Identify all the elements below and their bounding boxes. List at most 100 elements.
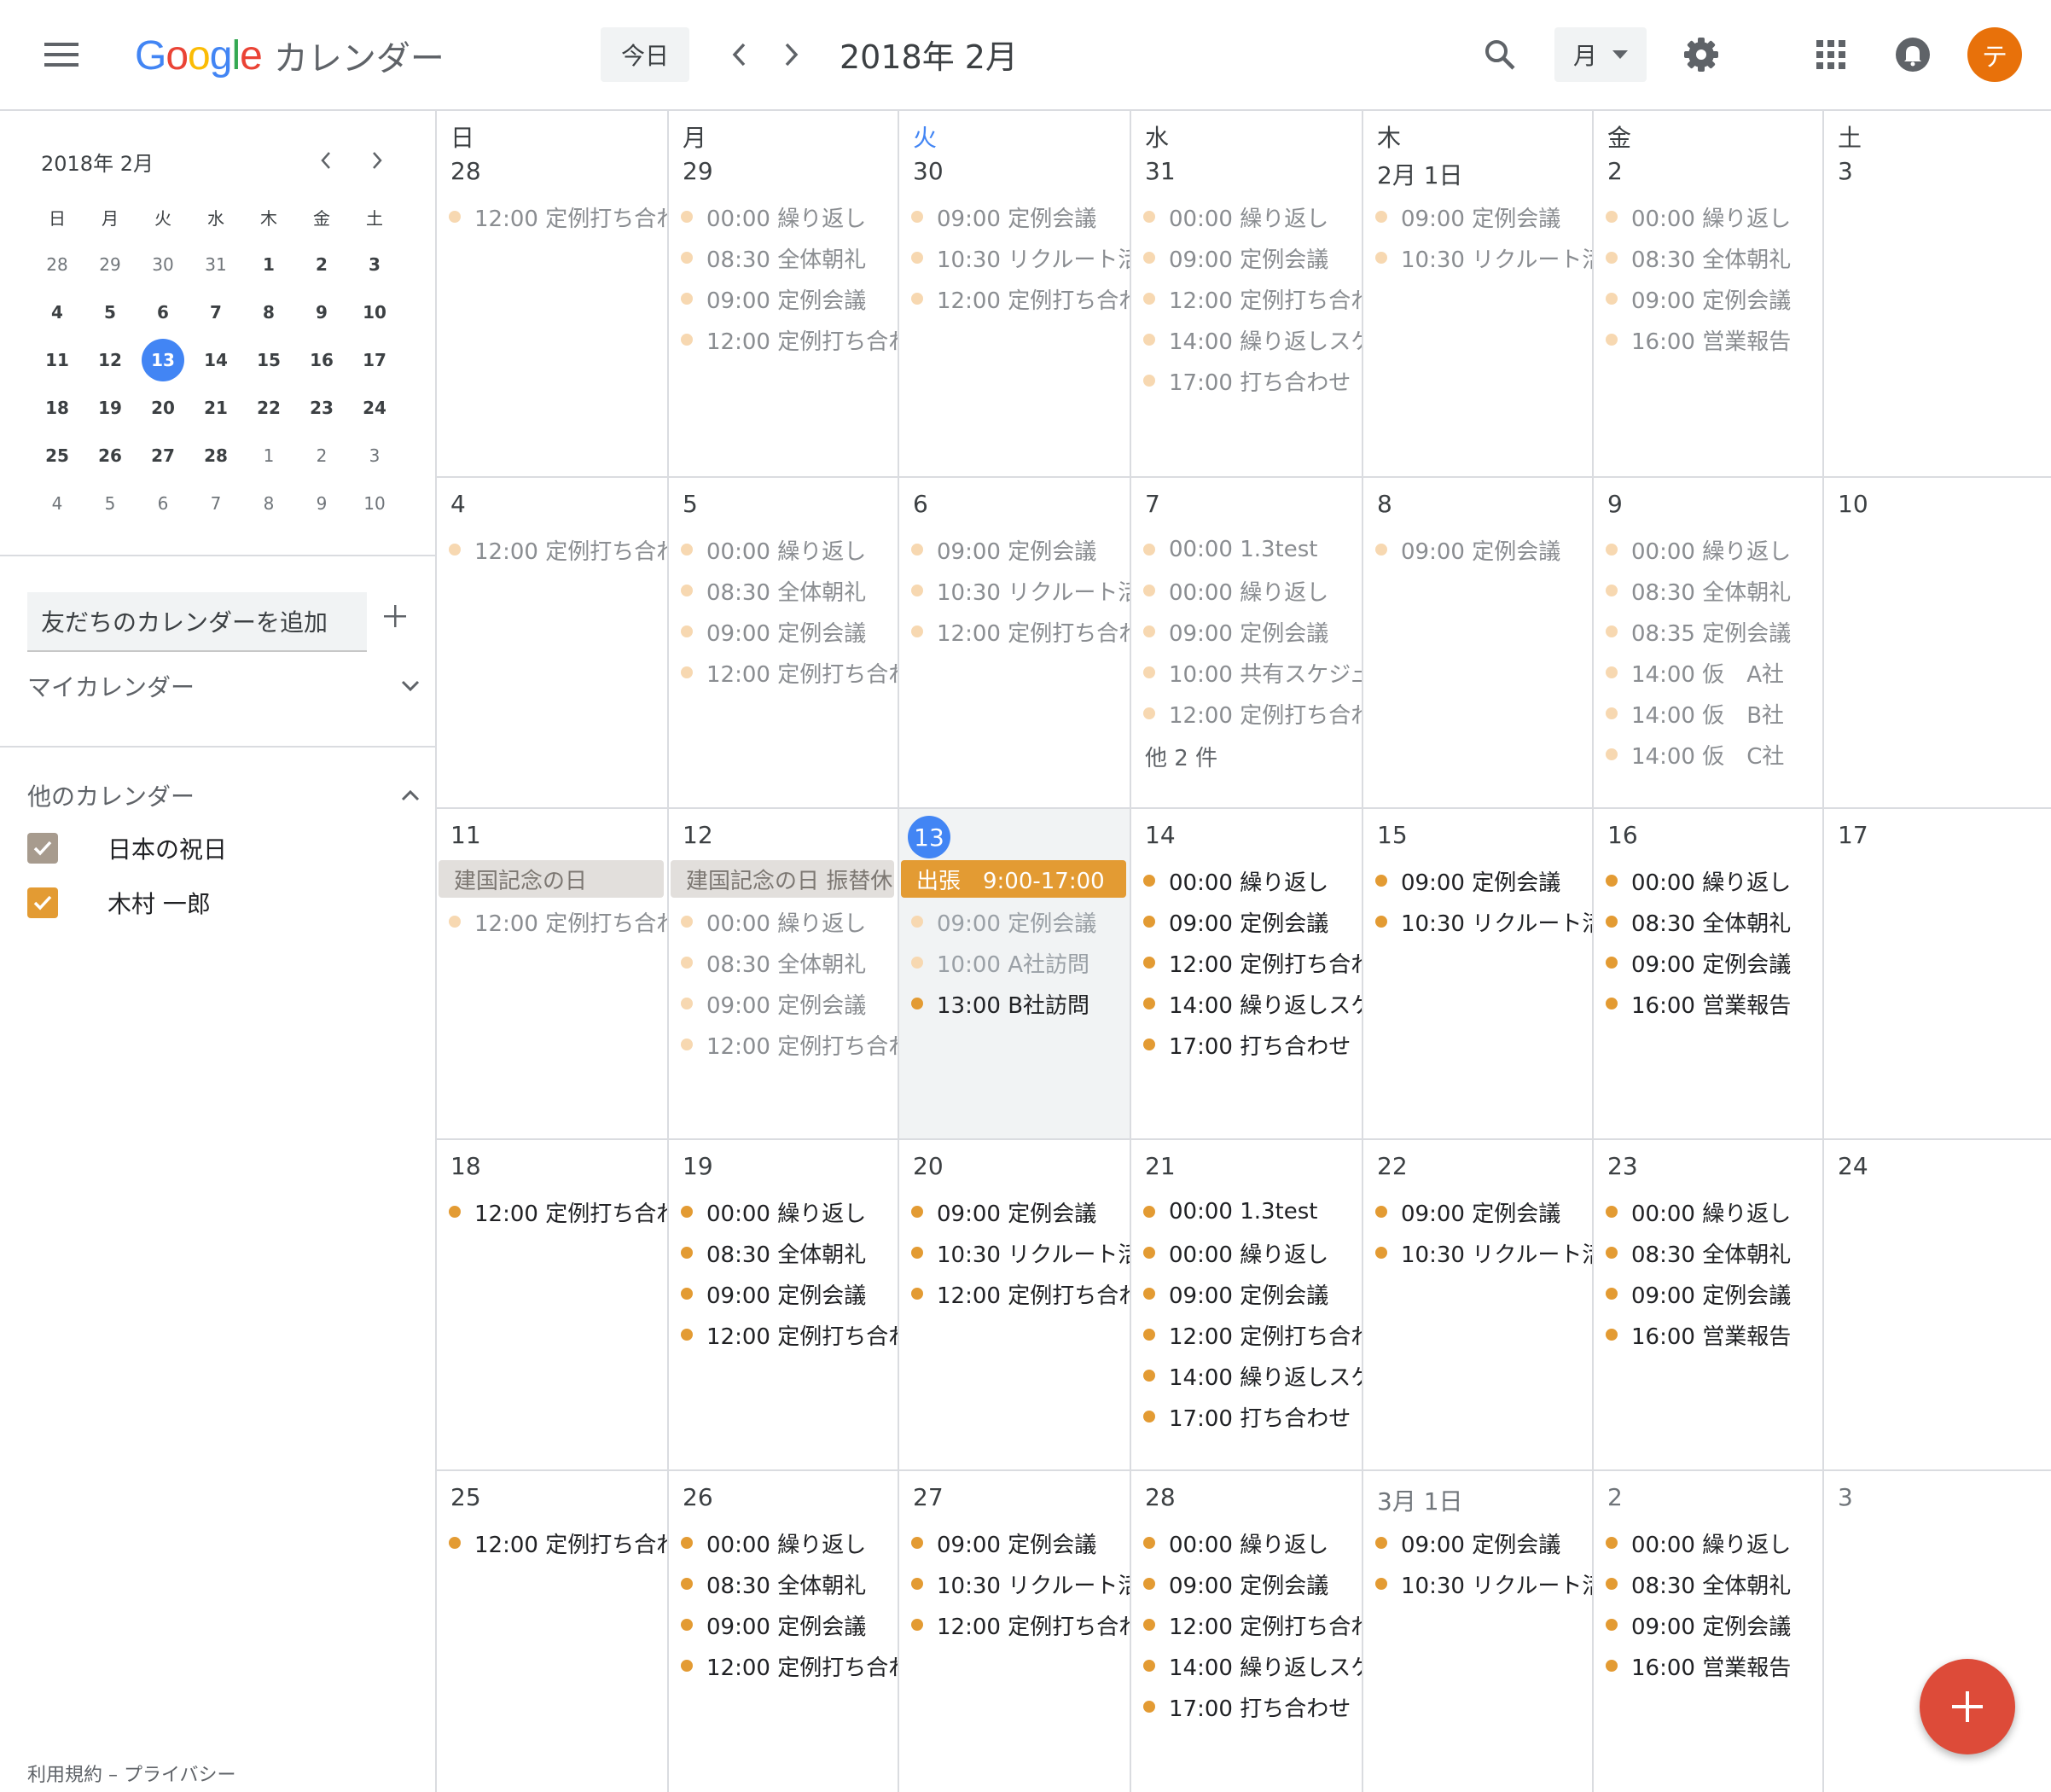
- add-friend-calendar-input[interactable]: 友だちのカレンダーを追加: [27, 592, 367, 652]
- event-item[interactable]: 00:00 繰り返し: [681, 531, 898, 568]
- event-item[interactable]: 12:00 定例打ち合わ: [911, 613, 1130, 650]
- date-number[interactable]: 3: [1838, 1483, 1853, 1511]
- event-item[interactable]: 16:00 営業報告: [1606, 1316, 1822, 1353]
- previous-month-button[interactable]: [717, 29, 761, 80]
- event-item[interactable]: 00:00 繰り返し: [1606, 1193, 1822, 1231]
- event-item[interactable]: 08:30 全体朝礼: [681, 1234, 898, 1271]
- day-cell-tue[interactable]: 6 09:00 定例会議 10:30 リクルート活 12:00 定例打ち合わ: [899, 478, 1130, 807]
- mini-calendar-day[interactable]: 6: [137, 480, 189, 527]
- event-item[interactable]: 09:00 定例会議: [1606, 280, 1822, 317]
- add-calendar-button[interactable]: [374, 592, 416, 640]
- event-item[interactable]: 09:00 定例会議: [1375, 1524, 1592, 1562]
- mini-calendar-today[interactable]: 13: [137, 336, 189, 384]
- day-cell-sat[interactable]: 10: [1824, 478, 2051, 807]
- date-number[interactable]: 24: [1838, 1152, 1868, 1180]
- event-item[interactable]: 12:00 定例打ち合わ: [911, 1275, 1130, 1312]
- day-cell-sat[interactable]: 土3: [1824, 111, 2051, 476]
- event-item[interactable]: 09:00 定例会議: [911, 1524, 1130, 1562]
- date-number[interactable]: 6: [913, 490, 928, 518]
- date-number[interactable]: 30: [913, 157, 944, 185]
- day-cell-thu[interactable]: 22 09:00 定例会議 10:30 リクルート活: [1363, 1140, 1592, 1469]
- search-button[interactable]: [1473, 29, 1527, 80]
- event-item[interactable]: 10:30 リクルート活: [1375, 1565, 1592, 1603]
- day-cell-sat[interactable]: 24: [1824, 1140, 2051, 1469]
- event-item[interactable]: 10:30 リクルート活: [1375, 1234, 1592, 1271]
- mini-calendar-day[interactable]: 12: [84, 336, 137, 384]
- day-cell-tue[interactable]: 27 09:00 定例会議 10:30 リクルート活 12:00 定例打ち合わ: [899, 1471, 1130, 1792]
- event-item[interactable]: 10:30 リクルート活: [1375, 903, 1592, 940]
- day-cell-fri[interactable]: 23 00:00 繰り返し 08:30 全体朝礼 09:00 定例会議 16:00 営業…: [1594, 1140, 1822, 1469]
- date-number[interactable]: 25: [450, 1483, 481, 1511]
- event-item[interactable]: 12:00 定例打ち合わ: [911, 1606, 1130, 1644]
- mini-calendar-day[interactable]: 4: [31, 288, 84, 336]
- date-number[interactable]: 15: [1377, 821, 1408, 849]
- date-number[interactable]: 11: [450, 821, 481, 849]
- event-item[interactable]: 09:00 定例会議: [1606, 1606, 1822, 1644]
- mini-calendar-prev-button[interactable]: [307, 142, 345, 179]
- date-number[interactable]: 20: [913, 1152, 944, 1180]
- mini-calendar-day[interactable]: 27: [137, 432, 189, 480]
- event-item[interactable]: 08:30 全体朝礼: [1606, 1565, 1822, 1603]
- date-number[interactable]: 17: [1838, 821, 1868, 849]
- mini-calendar-day[interactable]: 30: [137, 241, 189, 288]
- event-item[interactable]: 12:00 定例打ち合わ: [1143, 1316, 1362, 1353]
- date-number[interactable]: 31: [1145, 157, 1176, 185]
- event-item[interactable]: 12:00 定例打ち合わ: [681, 1026, 898, 1063]
- mini-calendar-day[interactable]: 3: [348, 432, 401, 480]
- mini-calendar-day[interactable]: 4: [31, 480, 84, 527]
- date-number[interactable]: 22: [1377, 1152, 1408, 1180]
- date-number[interactable]: 3: [1838, 157, 1853, 185]
- event-item[interactable]: 00:00 繰り返し: [681, 198, 898, 236]
- event-item[interactable]: 14:00 仮 C社: [1606, 736, 1822, 773]
- event-item[interactable]: 14:00 繰り返しスケ: [1143, 985, 1362, 1022]
- event-item[interactable]: 08:30 全体朝礼: [1606, 903, 1822, 940]
- mini-calendar-day[interactable]: 14: [189, 336, 242, 384]
- event-item[interactable]: 17:00 打ち合わせ: [1143, 362, 1362, 399]
- mini-calendar-day[interactable]: 8: [242, 288, 295, 336]
- date-number[interactable]: 27: [913, 1483, 944, 1511]
- event-item[interactable]: 12:00 定例打ち合わ: [1143, 1606, 1362, 1644]
- day-cell-wed[interactable]: 21 00:00 1.3test 00:00 繰り返し 09:00 定例会議 12:00…: [1131, 1140, 1362, 1469]
- mini-calendar-day[interactable]: 1: [242, 432, 295, 480]
- event-item[interactable]: 12:00 定例打ち合わ: [681, 1647, 898, 1684]
- event-item[interactable]: 09:00 定例会議: [1375, 1193, 1592, 1231]
- mini-calendar-day[interactable]: 8: [242, 480, 295, 527]
- event-item[interactable]: 12:00 定例打ち合わ: [681, 1316, 898, 1353]
- date-number[interactable]: 26: [683, 1483, 713, 1511]
- mini-calendar-day[interactable]: 15: [242, 336, 295, 384]
- day-cell-mon[interactable]: 12 建国記念の日 振替休 00:00 繰り返し 08:30 全体朝礼 09:00 定例…: [669, 809, 898, 1138]
- mini-calendar-day[interactable]: 11: [31, 336, 84, 384]
- day-cell-mon[interactable]: 5 00:00 繰り返し 08:30 全体朝礼 09:00 定例会議 12:00 定例打…: [669, 478, 898, 807]
- event-item[interactable]: 10:30 リクルート活: [911, 1234, 1130, 1271]
- mini-calendar-day[interactable]: 26: [84, 432, 137, 480]
- notifications-button[interactable]: [1885, 29, 1940, 80]
- event-item[interactable]: 08:30 全体朝礼: [681, 1565, 898, 1603]
- mini-calendar-day[interactable]: 21: [189, 384, 242, 432]
- day-cell-mon[interactable]: 月 29 00:00 繰り返し 08:30 全体朝礼 09:00 定例会議 12:00 定…: [669, 111, 898, 476]
- event-item[interactable]: 16:00 営業報告: [1606, 985, 1822, 1022]
- date-number[interactable]: 23: [1607, 1152, 1638, 1180]
- day-cell-tue[interactable]: 13 出張 9:00-17:00 09:00 定例会議 10:00 A社訪問 13:00…: [899, 809, 1130, 1138]
- event-item[interactable]: 09:00 定例会議: [1143, 903, 1362, 940]
- event-item[interactable]: 00:00 繰り返し: [1143, 198, 1362, 236]
- main-menu-button[interactable]: [34, 29, 89, 80]
- mini-calendar-day[interactable]: 20: [137, 384, 189, 432]
- event-item[interactable]: 09:00 定例会議: [681, 1275, 898, 1312]
- mini-calendar-day[interactable]: 28: [31, 241, 84, 288]
- event-item[interactable]: 16:00 営業報告: [1606, 1647, 1822, 1684]
- event-item[interactable]: 17:00 打ち合わせ: [1143, 1688, 1362, 1725]
- event-item[interactable]: 12:00 定例打ち合わ: [681, 654, 898, 691]
- event-item[interactable]: 12:00 定例打ち合わ: [1143, 695, 1362, 732]
- next-month-button[interactable]: [770, 29, 814, 80]
- date-number[interactable]: 19: [683, 1152, 713, 1180]
- event-item[interactable]: 12:00 定例打ち合わ: [681, 321, 898, 358]
- day-cell-mon[interactable]: 19 00:00 繰り返し 08:30 全体朝礼 09:00 定例会議 12:00 定例…: [669, 1140, 898, 1469]
- event-item[interactable]: 08:35 定例会議: [1606, 613, 1822, 650]
- event-item[interactable]: 00:00 繰り返し: [1143, 1524, 1362, 1562]
- date-number[interactable]: 18: [450, 1152, 481, 1180]
- event-item[interactable]: 08:30 全体朝礼: [681, 572, 898, 609]
- date-number[interactable]: 4: [450, 490, 466, 518]
- date-number[interactable]: 3月 1日: [1377, 1483, 1463, 1517]
- event-item[interactable]: 10:30 リクルート活: [911, 572, 1130, 609]
- date-number[interactable]: 7: [1145, 490, 1160, 518]
